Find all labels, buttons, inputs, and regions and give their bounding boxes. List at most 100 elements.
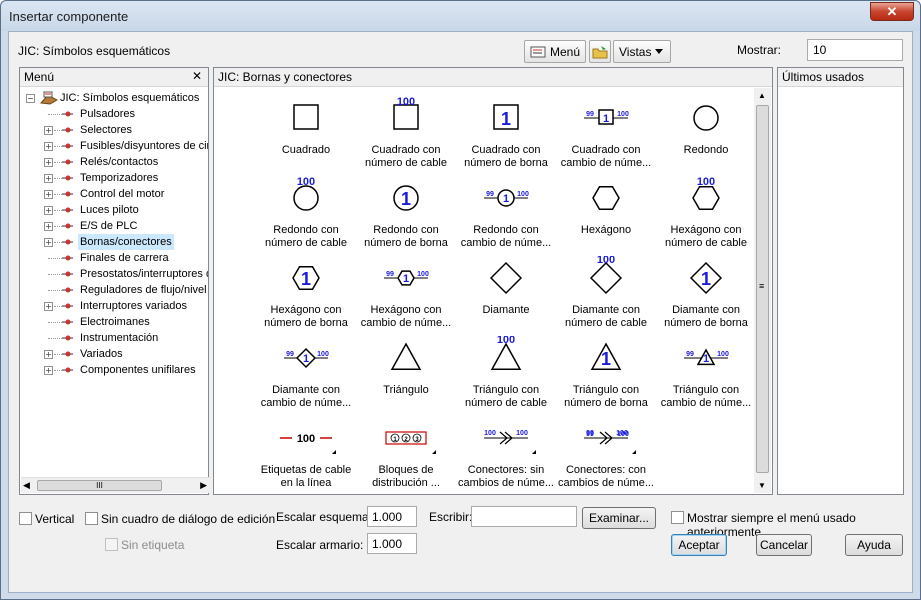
tree-root[interactable]: − JIC: Símbolos esquemáticos bbox=[24, 90, 208, 106]
title-bar: Insertar componente ✕ bbox=[1, 1, 920, 31]
sidebar-item-14[interactable]: Instrumentación bbox=[24, 330, 208, 346]
tree-connector bbox=[54, 146, 62, 147]
symbol-cell[interactable]: 1 2 3 Bloques de distribución ... bbox=[356, 416, 456, 490]
sidebar-item-label: Relés/contactos bbox=[80, 156, 159, 168]
symbol-cell[interactable]: 99 100 1 Hexágono con cambio de núme... bbox=[356, 256, 456, 330]
sidebar-item-0[interactable]: Pulsadores bbox=[24, 106, 208, 122]
symbol-cell[interactable]: 100 Redondo con número de cable bbox=[256, 176, 356, 250]
expand-icon[interactable]: + bbox=[44, 222, 53, 231]
sidebar-item-1[interactable]: + Selectores bbox=[24, 122, 208, 138]
svg-text:1: 1 bbox=[401, 189, 411, 209]
component-node-icon bbox=[62, 255, 73, 261]
symbol-cell[interactable]: 100 Etiquetas de cable en la línea bbox=[256, 416, 356, 490]
expand-icon[interactable]: + bbox=[44, 142, 53, 151]
symbol-cell[interactable]: 100 Cuadrado con número de cable bbox=[356, 96, 456, 170]
symbol-cell[interactable]: 100 Hexágono con número de cable bbox=[656, 176, 756, 250]
symbol-label-line: Hexágono con bbox=[370, 304, 442, 316]
expand-icon[interactable]: + bbox=[44, 126, 53, 135]
help-button[interactable]: Ayuda bbox=[845, 534, 903, 556]
symbol-cell[interactable]: 99 100 1 Cuadrado con cambio de núme... bbox=[556, 96, 656, 170]
expand-icon[interactable]: + bbox=[44, 350, 53, 359]
sidebar-item-12[interactable]: + Interruptores variados bbox=[24, 298, 208, 314]
scroll-right-icon[interactable]: ▶ bbox=[200, 480, 207, 491]
symbol-cell[interactable]: 100 Triángulo con número de cable bbox=[456, 336, 556, 410]
sidebar-item-11[interactable]: Reguladores de flujo/nivel bbox=[24, 282, 208, 298]
sidebar-item-4[interactable]: + Temporizadores bbox=[24, 170, 208, 186]
folder-browse-button[interactable] bbox=[589, 40, 611, 63]
show-count-input[interactable] bbox=[807, 39, 903, 61]
symbol-cell[interactable]: 99 100 1 Diamante con cambio de núme... bbox=[256, 336, 356, 410]
symbol-label: Hexágono con cambio de núme... bbox=[356, 304, 456, 330]
symbol-cell[interactable]: 1 Redondo con número de borna bbox=[356, 176, 456, 250]
symbol-cell[interactable]: 1 Diamante con número de borna bbox=[656, 256, 756, 330]
horizontal-scroll-thumb[interactable]: III bbox=[37, 480, 162, 491]
sidebar-item-3[interactable]: + Relés/contactos bbox=[24, 154, 208, 170]
vertical-checkbox[interactable] bbox=[19, 512, 32, 525]
close-button[interactable]: ✕ bbox=[870, 2, 914, 21]
menu-view-button[interactable]: Menú bbox=[524, 40, 586, 63]
views-dropdown[interactable]: Vistas bbox=[613, 40, 671, 63]
symbol-cell[interactable]: 100 Diamante con número de cable bbox=[556, 256, 656, 330]
expand-icon[interactable]: + bbox=[44, 238, 53, 247]
symbol-cell[interactable]: 99 100 1 Triángulo con cambio de núme... bbox=[656, 336, 756, 410]
vertical-scroll-thumb[interactable]: ≡ bbox=[756, 105, 769, 473]
symbol-cell[interactable]: Diamante bbox=[456, 256, 556, 317]
sidebar-item-2[interactable]: + Fusibles/disyuntores de cir bbox=[24, 138, 208, 154]
symbol-label-line: Redondo con bbox=[473, 224, 539, 236]
scroll-left-icon[interactable]: ◀ bbox=[23, 480, 30, 491]
symbols-vertical-scrollbar[interactable]: ▲ ≡ ▼ bbox=[754, 88, 771, 493]
svg-text:100: 100 bbox=[697, 176, 715, 188]
panel-scale-input[interactable] bbox=[367, 533, 417, 554]
browse-button[interactable]: Examinar... bbox=[582, 507, 656, 529]
symbol-cell[interactable]: 99 100 99 100 Conectores: con cambios de núme… bbox=[556, 416, 656, 490]
symbol-cell[interactable]: 100 100 Conectores: sin cambios de núme... bbox=[456, 416, 556, 490]
expand-icon[interactable]: + bbox=[44, 158, 53, 167]
sidebar-item-10[interactable]: Presostatos/interruptores d bbox=[24, 266, 208, 282]
type-input[interactable] bbox=[471, 506, 577, 527]
symbol-cell[interactable]: Redondo bbox=[656, 96, 756, 157]
component-node-icon bbox=[62, 367, 73, 373]
symbol-cell[interactable]: 99 100 1 Redondo con cambio de núme... bbox=[456, 176, 556, 250]
expand-icon[interactable]: + bbox=[44, 174, 53, 183]
no-tag-checkbox[interactable] bbox=[105, 538, 118, 551]
sidebar-item-label: Finales de carrera bbox=[80, 252, 169, 264]
symbol-cell[interactable]: 1 Triángulo con número de borna bbox=[556, 336, 656, 410]
accept-button[interactable]: Aceptar bbox=[671, 534, 727, 556]
symbol-label: Hexágono con número de borna bbox=[256, 304, 356, 330]
svg-text:100: 100 bbox=[617, 111, 629, 118]
always-show-menu-checkbox[interactable] bbox=[671, 511, 684, 524]
menu-panel-close-icon[interactable]: ✕ bbox=[192, 69, 202, 83]
no-edit-dialog-checkbox[interactable] bbox=[85, 512, 98, 525]
scroll-down-icon[interactable]: ▼ bbox=[758, 481, 766, 490]
sidebar-item-7[interactable]: + E/S de PLC bbox=[24, 218, 208, 234]
menu-horizontal-scrollbar[interactable]: ◀ III ▶ bbox=[21, 477, 211, 493]
expand-icon[interactable]: + bbox=[44, 206, 53, 215]
sidebar-item-6[interactable]: + Luces piloto bbox=[24, 202, 208, 218]
square-symbol-icon bbox=[293, 104, 319, 130]
expand-icon[interactable]: + bbox=[44, 302, 53, 311]
sidebar-item-13[interactable]: Electroimanes bbox=[24, 314, 208, 330]
connector-change-symbol-icon: 99 10099 100 bbox=[584, 430, 629, 445]
symbol-label-line: número de cable bbox=[465, 397, 547, 409]
symbol-cell[interactable]: 1 Cuadrado con número de borna bbox=[456, 96, 556, 170]
scroll-up-icon[interactable]: ▲ bbox=[758, 91, 766, 100]
sidebar-item-16[interactable]: + Componentes unifilares bbox=[24, 362, 208, 378]
collapse-icon[interactable]: − bbox=[26, 94, 35, 103]
expand-icon[interactable]: + bbox=[44, 190, 53, 199]
schematic-scale-input[interactable] bbox=[367, 506, 417, 527]
sidebar-item-15[interactable]: + Variados bbox=[24, 346, 208, 362]
symbol-label-line: en la línea bbox=[280, 477, 332, 489]
sidebar-item-8[interactable]: + Bornas/conectores bbox=[24, 234, 208, 250]
symbol-label-line: número de cable bbox=[565, 317, 647, 329]
svg-text:99: 99 bbox=[586, 430, 594, 437]
sidebar-item-9[interactable]: Finales de carrera bbox=[24, 250, 208, 266]
expand-icon[interactable]: + bbox=[44, 366, 53, 375]
symbol-cell[interactable]: 1 Hexágono con número de borna bbox=[256, 256, 356, 330]
symbol-cell[interactable]: Cuadrado bbox=[256, 96, 356, 157]
symbol-cell[interactable]: Triángulo bbox=[356, 336, 456, 397]
symbol-label: Redondo con número de cable bbox=[256, 224, 356, 250]
cancel-button[interactable]: Cancelar bbox=[756, 534, 812, 556]
symbols-panel-header: JIC: Bornas y conectores bbox=[214, 68, 772, 87]
sidebar-item-5[interactable]: + Control del motor bbox=[24, 186, 208, 202]
symbol-cell[interactable]: Hexágono bbox=[556, 176, 656, 237]
